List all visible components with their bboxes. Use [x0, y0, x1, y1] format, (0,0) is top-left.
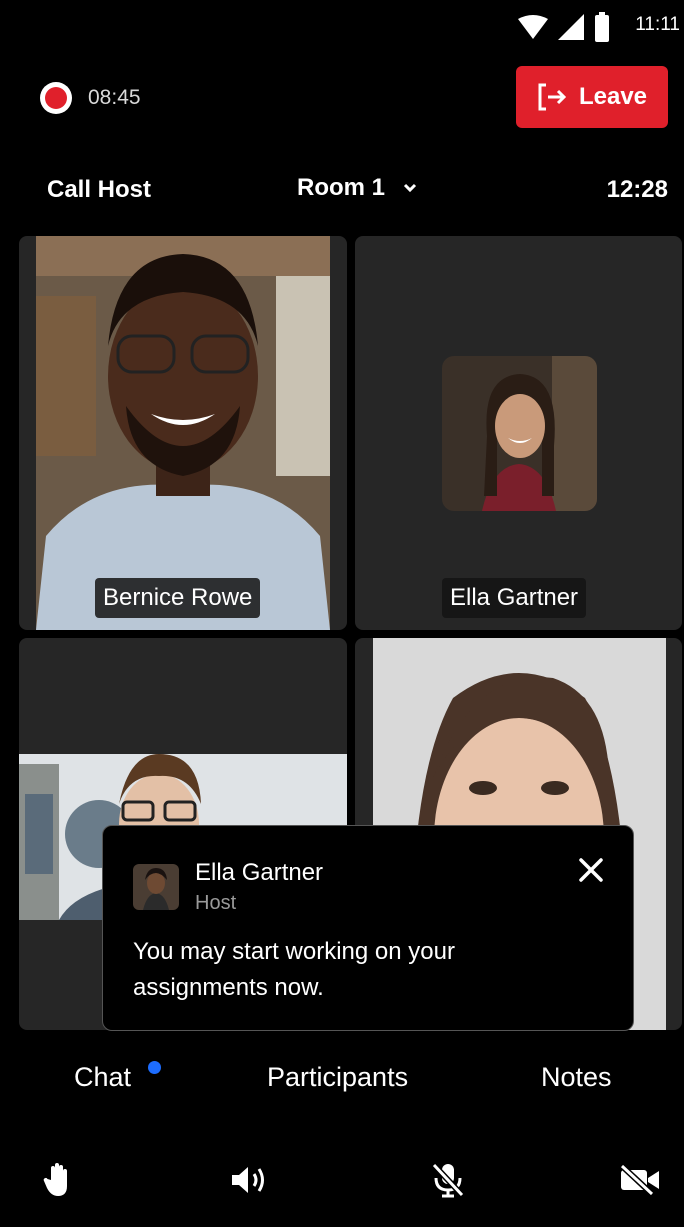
call-host-label: Call Host [47, 176, 152, 203]
participant-tile[interactable]: Ella Gartner [355, 236, 682, 630]
call-timer: 12:28 [606, 176, 668, 203]
room-selector[interactable]: Room 1 [297, 174, 417, 202]
sender-avatar [133, 864, 179, 910]
status-bar: 11:11 [0, 0, 684, 48]
close-icon[interactable] [577, 856, 605, 884]
exit-icon [538, 83, 567, 111]
participant-tile[interactable]: Bernice Rowe [19, 236, 347, 630]
wifi-icon [518, 15, 548, 39]
participant-video [36, 236, 330, 630]
camera-button[interactable] [618, 1158, 662, 1202]
battery-icon [595, 12, 609, 42]
call-toolbar [0, 1150, 684, 1210]
tab-chat[interactable]: Chat [74, 1062, 131, 1093]
mute-button[interactable] [426, 1158, 470, 1202]
room-name: Room 1 [297, 174, 386, 201]
status-icons [518, 12, 610, 42]
participant-name: Ella Gartner [442, 578, 587, 618]
speaker-icon [232, 1167, 264, 1193]
leave-label: Leave [578, 83, 648, 110]
chevron-down-icon [403, 183, 417, 193]
sender-name: Ella Gartner [195, 859, 324, 886]
recording-time: 08:45 [88, 86, 141, 109]
status-time: 11:11 [635, 14, 680, 35]
raise-hand-button[interactable] [36, 1158, 80, 1202]
notification-message: You may start working on your assignment… [133, 938, 455, 1001]
raise-hand-icon [43, 1163, 67, 1196]
speaker-button[interactable] [228, 1158, 272, 1202]
participant-name: Bernice Rowe [95, 578, 261, 618]
tab-participants[interactable]: Participants [267, 1062, 408, 1093]
avatar [442, 356, 597, 511]
bottom-tabs: Chat Participants Notes [0, 1062, 684, 1102]
mic-off-icon [431, 1162, 465, 1198]
record-icon [40, 82, 72, 114]
sender-role: Host [195, 892, 237, 914]
video-off-icon [620, 1165, 659, 1195]
signal-icon [558, 14, 584, 40]
notification-toast: Ella Gartner Host You may start working … [102, 825, 634, 1031]
tab-notes[interactable]: Notes [541, 1062, 612, 1093]
recording-indicator: 08:45 [40, 82, 141, 114]
unread-badge [148, 1061, 161, 1074]
leave-button[interactable]: Leave [516, 66, 668, 128]
call-screen: 11:11 08:45 Leave Call Host Room 1 12:28 [0, 0, 684, 1227]
